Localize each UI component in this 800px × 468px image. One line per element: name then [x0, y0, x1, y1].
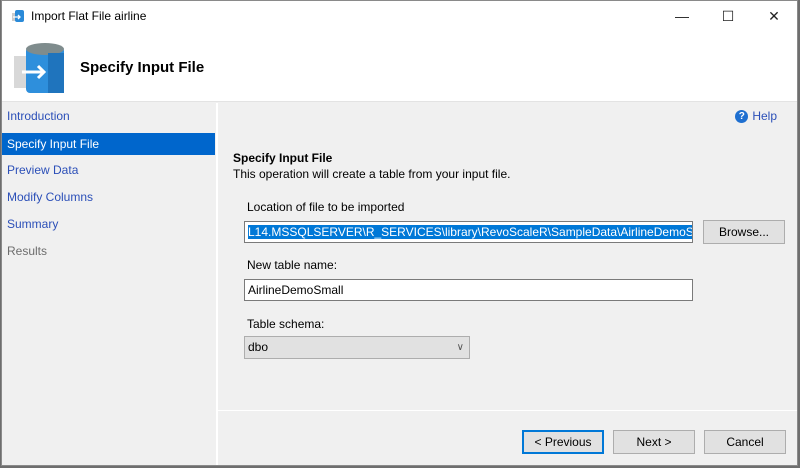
main-panel: ? Help Specify Input File This operation… — [218, 103, 797, 465]
cancel-button[interactable]: Cancel — [704, 430, 786, 454]
nav-item-introduction[interactable]: Introduction — [2, 103, 215, 130]
nav-item-summary[interactable]: Summary — [2, 211, 215, 238]
next-button[interactable]: Next > — [613, 430, 695, 454]
nav-item-specify-input-file[interactable]: Specify Input File — [2, 133, 215, 155]
help-icon: ? — [735, 109, 749, 123]
nav-item-results: Results — [7, 244, 48, 258]
table-schema-label: Table schema: — [247, 317, 325, 331]
maximize-button[interactable]: ☐ — [705, 1, 751, 31]
help-link[interactable]: ? Help — [735, 109, 777, 123]
title-bar: Import Flat File airline — ☐ ✕ — [2, 1, 797, 31]
table-schema-value: dbo — [248, 340, 269, 354]
file-location-input[interactable]: L14.MSSQLSERVER\R_SERVICES\library\RevoS… — [244, 221, 693, 243]
table-name-label: New table name: — [247, 258, 338, 272]
footer-divider — [218, 410, 797, 411]
nav-item-preview-data[interactable]: Preview Data — [2, 157, 215, 184]
section-title: Specify Input File — [233, 151, 333, 165]
minimize-button[interactable]: — — [659, 1, 705, 31]
app-icon — [12, 10, 24, 22]
wizard-nav: Introduction Specify Input File Preview … — [2, 103, 215, 465]
table-name-input[interactable]: AirlineDemoSmall — [244, 279, 693, 301]
location-label: Location of file to be imported — [247, 200, 405, 214]
import-flat-file-window: Import Flat File airline — ☐ ✕ Specify I… — [1, 0, 798, 466]
close-button[interactable]: ✕ — [751, 1, 797, 31]
previous-button[interactable]: < Previous — [522, 430, 604, 454]
browse-button[interactable]: Browse... — [703, 220, 785, 244]
file-location-value: L14.MSSQLSERVER\R_SERVICES\library\RevoS… — [248, 225, 692, 239]
wizard-header: Specify Input File — [2, 31, 797, 102]
import-database-icon — [14, 43, 64, 93]
window-title: Import Flat File airline — [31, 9, 147, 23]
section-description: This operation will create a table from … — [233, 167, 511, 181]
table-schema-select[interactable]: dbo ∨ — [244, 336, 470, 359]
nav-item-modify-columns[interactable]: Modify Columns — [2, 184, 215, 211]
page-title: Specify Input File — [80, 59, 205, 76]
help-label: Help — [752, 109, 777, 123]
chevron-down-icon: ∨ — [456, 342, 464, 353]
